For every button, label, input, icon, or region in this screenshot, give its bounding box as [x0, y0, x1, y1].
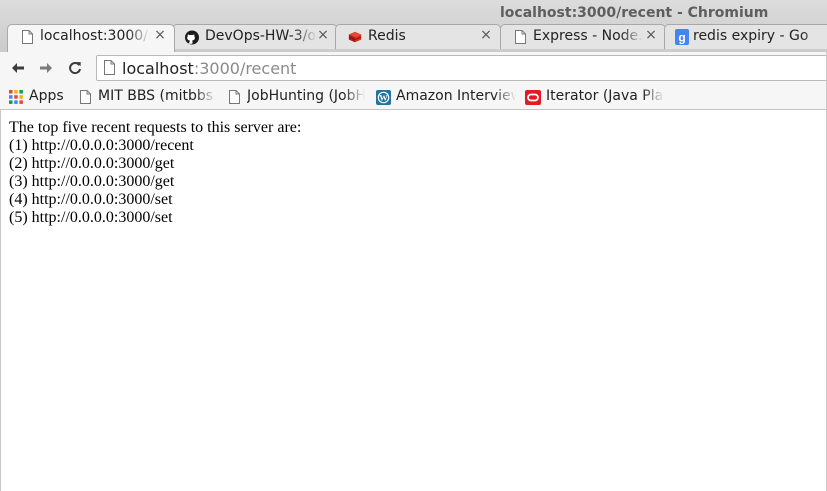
request-item: (5) http://0.0.0.0:3000/set: [9, 209, 173, 226]
back-arrow-icon: [12, 63, 24, 73]
svg-text:W: W: [379, 92, 388, 102]
tab-strip: localhost:3000/recent - Chromium localho…: [0, 0, 827, 52]
window-title: localhost:3000/recent - Chromium: [500, 5, 769, 21]
google-icon: g: [675, 29, 689, 45]
bookmark-label: MIT BBS (mitbbs.c: [98, 88, 216, 104]
tab-localhost-recent[interactable]: localhost:3000/recent ×: [7, 24, 175, 52]
bookmark-jobhunting[interactable]: JobHunting (JobHu: [226, 87, 366, 107]
bookmark-iterator-java[interactable]: Iterator (Java Platf: [525, 87, 665, 107]
bookmark-label: Amazon Interview: [396, 88, 516, 104]
bookmark-mitbbs[interactable]: MIT BBS (mitbbs.c: [77, 87, 217, 107]
tab-title: Express - Node.js: [533, 28, 643, 44]
page-icon: [77, 89, 93, 105]
close-icon[interactable]: ×: [645, 28, 657, 42]
browser-window: localhost:3000/recent - Chromium localho…: [0, 0, 827, 491]
close-icon[interactable]: ×: [480, 28, 492, 42]
request-item: (1) http://0.0.0.0:3000/recent: [9, 137, 194, 154]
page-icon: [513, 29, 527, 45]
page-content: The top five recent requests to this ser…: [0, 110, 826, 491]
page-heading: The top five recent requests to this ser…: [9, 119, 302, 136]
back-button[interactable]: [8, 58, 28, 78]
bookmark-apps[interactable]: Apps: [8, 87, 78, 107]
page-icon: [226, 89, 242, 105]
tab-redis-expiry[interactable]: g redis expiry - Go: [664, 24, 827, 49]
bookmark-label: Iterator (Java Platf: [546, 88, 664, 104]
tab-title: Redis: [368, 28, 406, 44]
toolbar: localhost:3000/recent: [0, 52, 827, 84]
recent-requests-text: The top five recent requests to this ser…: [9, 119, 301, 227]
tab-devops-hw3[interactable]: DevOps-HW-3/on ×: [172, 24, 338, 49]
bookmark-label: JobHunting (JobHu: [247, 88, 365, 104]
tab-title: DevOps-HW-3/on: [205, 28, 317, 44]
url-host: localhost: [122, 59, 194, 78]
tab-title: redis expiry - Go: [693, 28, 809, 44]
reload-icon: [69, 62, 81, 75]
apps-grid-icon: [8, 89, 24, 105]
tab-title: localhost:3000/recent: [40, 28, 150, 44]
page-icon: [20, 29, 34, 45]
address-bar[interactable]: localhost:3000/recent: [96, 55, 827, 81]
request-item: (3) http://0.0.0.0:3000/get: [9, 173, 175, 190]
forward-button[interactable]: [36, 58, 56, 78]
wordpress-icon: W: [375, 89, 391, 105]
close-icon[interactable]: ×: [317, 28, 329, 42]
close-icon[interactable]: ×: [154, 28, 166, 42]
bookmarks-bar: Apps MIT BBS (mitbbs.c JobHunting (JobHu…: [0, 84, 827, 110]
oracle-icon: [525, 89, 541, 105]
svg-text:g: g: [678, 31, 685, 45]
forward-arrow-icon: [40, 63, 52, 73]
page-icon: [104, 60, 115, 80]
bookmark-label: Apps: [29, 88, 64, 104]
tab-express-node[interactable]: Express - Node.js ×: [500, 24, 666, 49]
request-item: (2) http://0.0.0.0:3000/get: [9, 155, 175, 172]
bookmark-amazon-interview[interactable]: W Amazon Interview: [375, 87, 517, 107]
request-item: (4) http://0.0.0.0:3000/set: [9, 191, 173, 208]
github-icon: [185, 29, 199, 45]
url-text[interactable]: localhost:3000/recent: [122, 59, 296, 78]
reload-button[interactable]: [65, 58, 85, 78]
url-path: :3000/recent: [193, 59, 297, 78]
tab-redis[interactable]: Redis ×: [335, 24, 501, 49]
redis-icon: [348, 29, 362, 45]
